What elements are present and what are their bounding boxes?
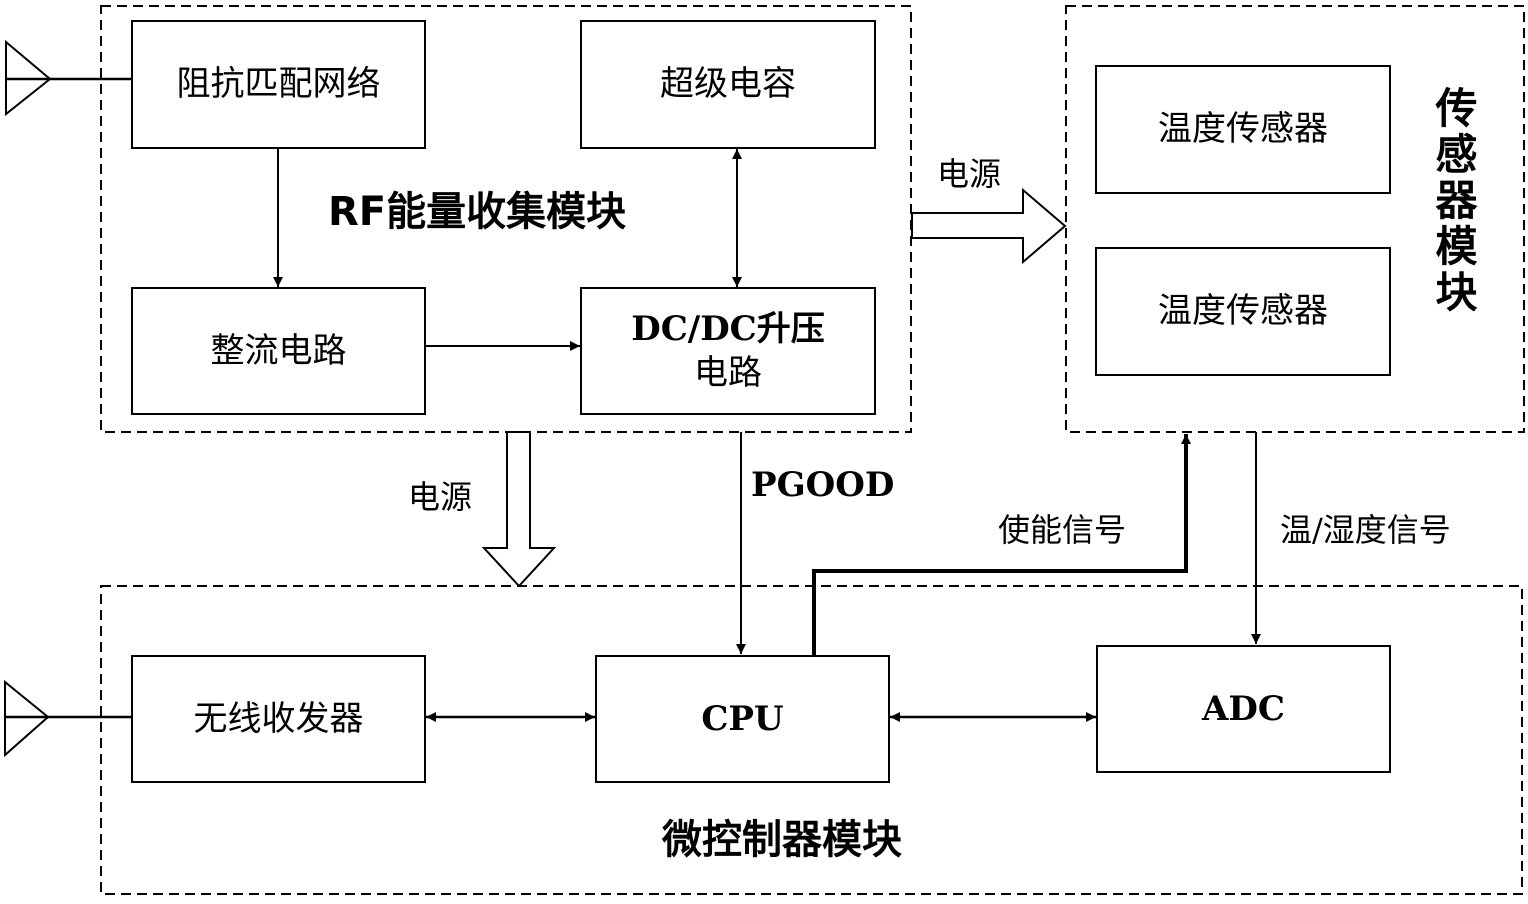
antenna-icon-bottom [4,679,131,758]
rectifier-label: 整流电路 [210,330,347,371]
cpu-block[interactable]: CPU [595,655,890,783]
power-label-to-sensor: 电源 [937,155,1002,193]
dcdc-boost-label-line1: DC/DC升压 [631,308,825,349]
temp-humidity-signal-label: 温/湿度信号 [1280,511,1451,549]
power-arrow-to-sensor [911,187,1067,265]
pgood-label: PGOOD [751,465,895,505]
adc-label: ADC [1202,689,1285,729]
impedance-matching-label: 阻抗匹配网络 [176,64,381,105]
temperature-sensor-label-1: 温度传感器 [1158,109,1328,150]
enable-signal-label: 使能信号 [998,511,1127,549]
power-label-to-mcu: 电源 [408,478,473,516]
supercapacitor-label: 超级电容 [660,64,796,105]
temperature-sensor-label-2: 温度传感器 [1158,291,1328,332]
wireless-transceiver-label: 无线收发器 [193,698,364,739]
supercapacitor-block[interactable]: 超级电容 [580,20,876,149]
wireless-transceiver-block[interactable]: 无线收发器 [131,655,426,783]
sensor-module-title: 传感器模块 [1429,86,1478,316]
cpu-label: CPU [701,698,784,739]
mcu-module-title: 微控制器模块 [662,817,902,863]
rf-module-title: RF能量收集模块 [328,189,627,235]
temperature-sensor-block-1[interactable]: 温度传感器 [1095,65,1391,194]
temperature-sensor-block-2[interactable]: 温度传感器 [1095,247,1391,376]
dcdc-boost-label-line2: 电路 [694,353,762,393]
adc-block[interactable]: ADC [1096,645,1391,773]
impedance-matching-block[interactable]: 阻抗匹配网络 [131,20,426,149]
dcdc-boost-block[interactable]: DC/DC升压 电路 [580,287,876,415]
antenna-icon-top [5,39,131,117]
rectifier-block[interactable]: 整流电路 [131,287,426,415]
power-arrow-to-mcu [481,431,557,588]
